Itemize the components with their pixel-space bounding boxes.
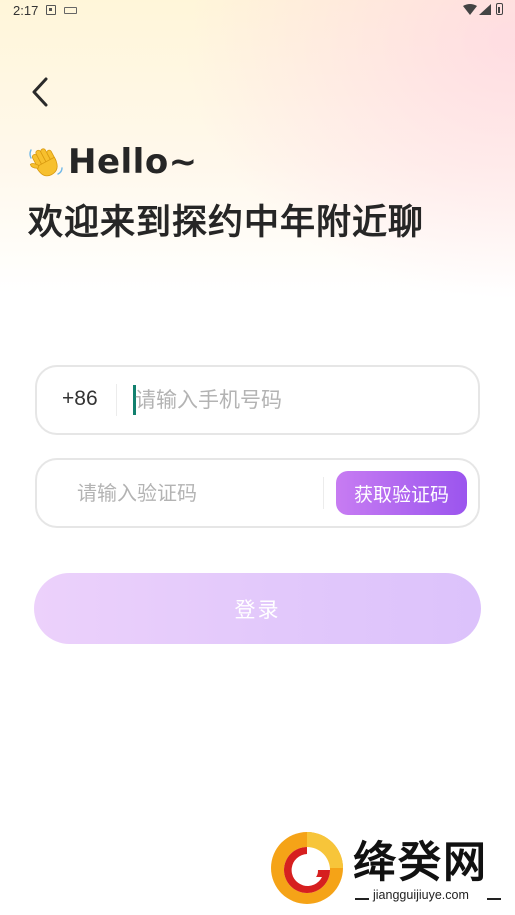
watermark-url: jiangguijiuye.com: [373, 888, 469, 902]
get-code-button[interactable]: 获取验证码: [336, 471, 467, 515]
phone-input[interactable]: [133, 381, 453, 419]
watermark-logo-icon: [271, 832, 343, 904]
wifi-icon: [463, 4, 477, 15]
keyboard-icon: [64, 7, 77, 14]
notification-a-icon: [46, 5, 56, 15]
status-time: 2:17: [13, 3, 39, 18]
code-field[interactable]: 获取验证码: [35, 458, 480, 528]
status-bar: 2:17: [0, 0, 515, 22]
welcome-title: 欢迎来到探约中年附近聊: [28, 203, 425, 243]
phone-field[interactable]: +86: [35, 365, 480, 435]
country-code[interactable]: +86: [62, 387, 98, 411]
phone-divider: [116, 384, 117, 416]
watermark-line-left: [355, 898, 369, 900]
signal-icon: [479, 4, 491, 15]
login-button[interactable]: 登录: [34, 573, 481, 644]
watermark-line-right: [487, 898, 501, 900]
battery-icon: [496, 3, 503, 15]
watermark-title: 绛癸网: [353, 838, 488, 888]
hello-text: Hello~: [68, 142, 198, 182]
code-input[interactable]: [77, 474, 317, 512]
greeting: Hello~: [28, 142, 198, 182]
chevron-left-icon: [32, 77, 48, 107]
watermark: 绛癸网 jiangguijiuye.com: [265, 826, 515, 912]
code-divider: [323, 477, 324, 509]
back-button[interactable]: [22, 72, 58, 112]
waving-hand-icon: [29, 148, 63, 177]
